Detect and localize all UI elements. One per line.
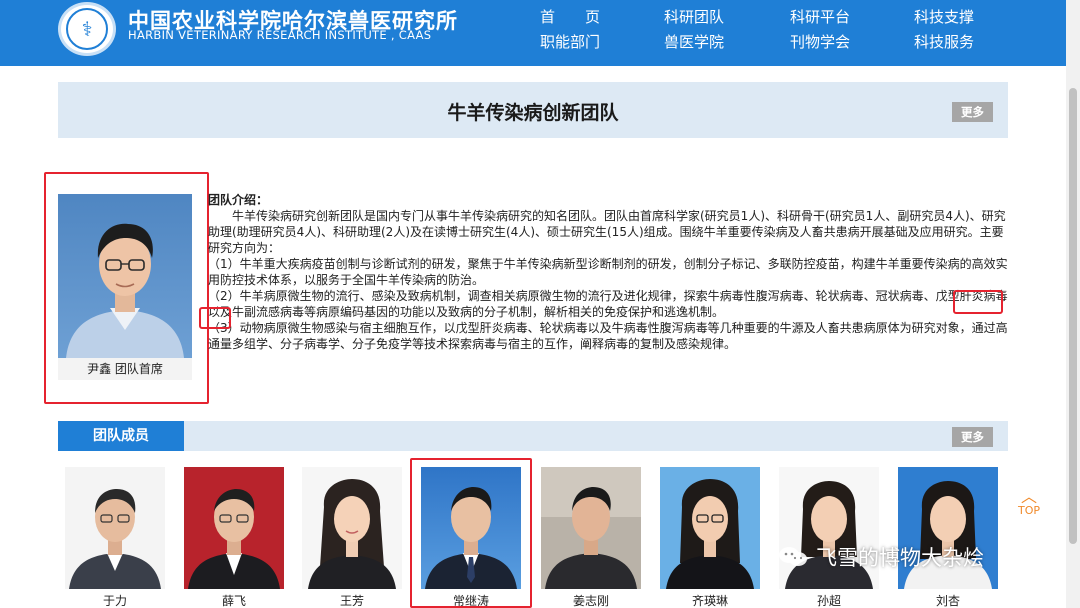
logo-english-name[interactable]: HARBIN VETERINARY RESEARCH INSTITUTE , C…: [128, 28, 431, 42]
institute-logo-icon[interactable]: ⚕: [58, 2, 116, 56]
intro-heading: 团队介绍：: [208, 193, 269, 207]
members-header-bar: [58, 421, 1008, 451]
chevron-up-icon: ︿: [1020, 487, 1037, 506]
member-name[interactable]: 孙超: [779, 592, 879, 608]
watermark-text: 飞雪的博物大杂烩: [816, 546, 984, 570]
watermark: 飞雪的博物大杂烩: [778, 542, 984, 572]
back-to-top-label: TOP: [1017, 504, 1040, 517]
nav-tech-services[interactable]: 科技服务: [914, 31, 974, 52]
nav-journals-societies[interactable]: 刊物学会: [790, 31, 850, 52]
member-photo[interactable]: [184, 467, 284, 589]
coronavirus-highlight-box-2: [199, 307, 231, 329]
nav-home[interactable]: 首 页: [540, 6, 600, 27]
wechat-icon: [778, 546, 808, 568]
scrollbar-thumb[interactable]: [1069, 88, 1077, 544]
members-more-button[interactable]: 更多: [952, 427, 993, 447]
members-title[interactable]: 团队成员: [58, 421, 184, 451]
member-highlight-box: [410, 458, 532, 608]
member-photo[interactable]: [660, 467, 760, 589]
nav-tech-support[interactable]: 科技支撑: [914, 6, 974, 27]
intro-paragraph: 牛羊传染病研究创新团队是国内专门从事牛羊传染病研究的知名团队。团队由首席科学家(…: [208, 209, 1006, 255]
member-name[interactable]: 姜志刚: [541, 592, 641, 608]
nav-research-platforms[interactable]: 科研平台: [790, 6, 850, 27]
research-direction-3: （3）动物病原微生物感染与宿主细胞互作，以戊型肝炎病毒、轮状病毒以及牛病毒性腹泻…: [208, 321, 1008, 351]
coronavirus-highlight-box: [953, 290, 1003, 314]
member-name[interactable]: 薛飞: [184, 592, 284, 608]
team-title-banner: 牛羊传染病创新团队: [58, 82, 1008, 138]
member-name[interactable]: 王芳: [302, 592, 402, 608]
team-title: 牛羊传染病创新团队: [447, 102, 619, 124]
back-to-top-button[interactable]: ︿ TOP: [1014, 487, 1044, 518]
nav-research-teams[interactable]: 科研团队: [664, 6, 724, 27]
member-name[interactable]: 齐瑛琳: [660, 592, 760, 608]
member-photo[interactable]: [541, 467, 641, 589]
member-name[interactable]: 刘杏: [898, 592, 998, 608]
research-direction-1: （1）牛羊重大疾病疫苗创制与诊断试剂的研发，聚焦于牛羊传染病新型诊断制剂的研发，…: [208, 257, 1008, 287]
page-scrollbar[interactable]: [1066, 0, 1080, 608]
leader-highlight-box: [44, 172, 209, 404]
team-intro: 团队介绍： 牛羊传染病研究创新团队是国内专门从事牛羊传染病研究的知名团队。团队由…: [208, 192, 1008, 352]
member-name[interactable]: 于力: [65, 592, 165, 608]
team-more-button[interactable]: 更多: [952, 102, 993, 122]
research-direction-2: （2）牛羊病原微生物的流行、感染及致病机制，调查相关病原微生物的流行及进化规律，…: [208, 289, 1008, 319]
nav-veterinary-college[interactable]: 兽医学院: [664, 31, 724, 52]
site-header: ⚕ 中国农业科学院哈尔滨兽医研究所 HARBIN VETERINARY RESE…: [0, 0, 1080, 66]
member-photo[interactable]: [302, 467, 402, 589]
nav-departments[interactable]: 职能部门: [540, 31, 600, 52]
member-photo[interactable]: [65, 467, 165, 589]
